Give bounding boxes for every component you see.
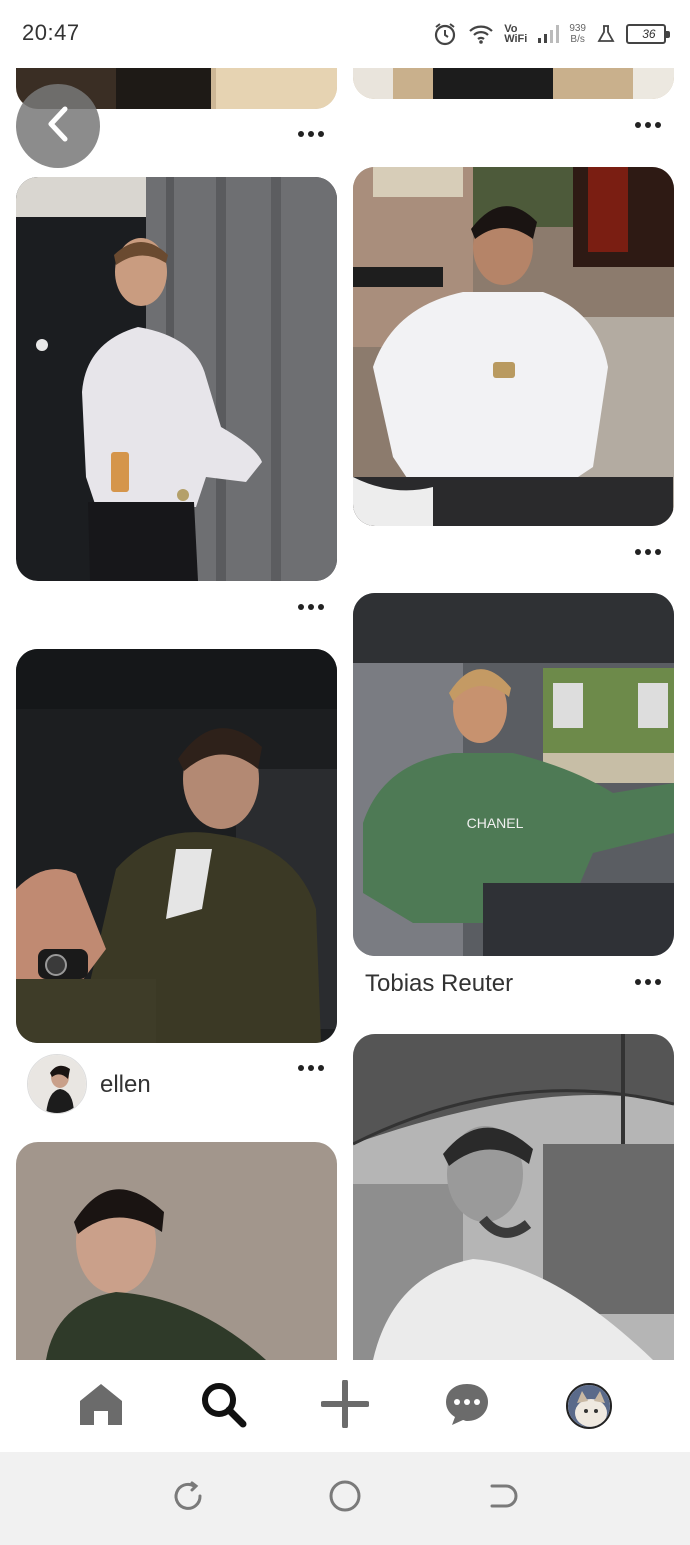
battery-level: 36	[642, 27, 656, 41]
pin-image[interactable]	[16, 177, 337, 581]
status-bar: 20:47 Vo WiFi 939 B/s 36	[0, 0, 690, 68]
volte-bottom: WiFi	[504, 33, 528, 45]
back-button[interactable]	[16, 84, 100, 168]
volte-wifi-label: Vo WiFi	[504, 24, 528, 45]
pin-image[interactable]: CHANEL	[353, 593, 674, 956]
avatar-ellen[interactable]	[27, 1054, 87, 1114]
net-speed-value: 939	[569, 23, 586, 34]
pin-more-button[interactable]	[630, 972, 666, 992]
nav-home-button[interactable]	[71, 1376, 131, 1436]
pin-image[interactable]	[353, 68, 674, 99]
recent-apps-icon	[172, 1480, 204, 1517]
pin-more-button[interactable]	[630, 115, 666, 135]
nav-search-button[interactable]	[193, 1376, 253, 1436]
pin-more-button[interactable]	[630, 542, 666, 562]
pin-title[interactable]: Tobias Reuter	[365, 970, 513, 998]
nav-create-button[interactable]	[315, 1376, 375, 1436]
back-arrow-icon	[486, 1480, 518, 1517]
pin-feed[interactable]: ellen CHANEL Tobias Reuter	[0, 68, 690, 1360]
home-icon	[78, 1381, 124, 1432]
alarm-icon	[432, 21, 458, 47]
battery-icon: 36	[626, 24, 670, 44]
search-icon	[199, 1380, 247, 1433]
pin-image[interactable]	[353, 1034, 674, 1360]
pin-image[interactable]	[16, 649, 337, 1043]
pin-image[interactable]	[16, 1142, 337, 1360]
system-nav-bar	[0, 1452, 690, 1545]
system-back-button[interactable]	[477, 1474, 527, 1524]
status-time: 20:47	[22, 20, 80, 45]
pin-image[interactable]	[353, 167, 674, 526]
net-speed: 939 B/s	[569, 23, 586, 45]
pin-more-button[interactable]	[293, 597, 329, 617]
nav-profile-button[interactable]	[559, 1376, 619, 1436]
pin-more-button[interactable]	[293, 124, 329, 144]
pin-author-name[interactable]: ellen	[100, 1071, 151, 1099]
recent-apps-button[interactable]	[163, 1474, 213, 1524]
signal-icon	[537, 24, 560, 44]
flask-icon	[596, 24, 616, 44]
wifi-icon	[468, 23, 494, 45]
system-home-button[interactable]	[320, 1474, 370, 1524]
shirt-logo-text: CHANEL	[467, 815, 524, 831]
net-speed-unit: B/s	[570, 34, 585, 45]
chat-icon	[444, 1381, 490, 1432]
profile-avatar	[566, 1383, 612, 1429]
chevron-left-icon	[43, 105, 73, 148]
home-circle-icon	[327, 1478, 363, 1519]
nav-messages-button[interactable]	[437, 1376, 497, 1436]
bottom-nav	[0, 1360, 690, 1452]
plus-icon	[320, 1378, 370, 1433]
status-icons: Vo WiFi 939 B/s 36	[432, 18, 670, 50]
pin-more-button[interactable]	[293, 1058, 329, 1078]
